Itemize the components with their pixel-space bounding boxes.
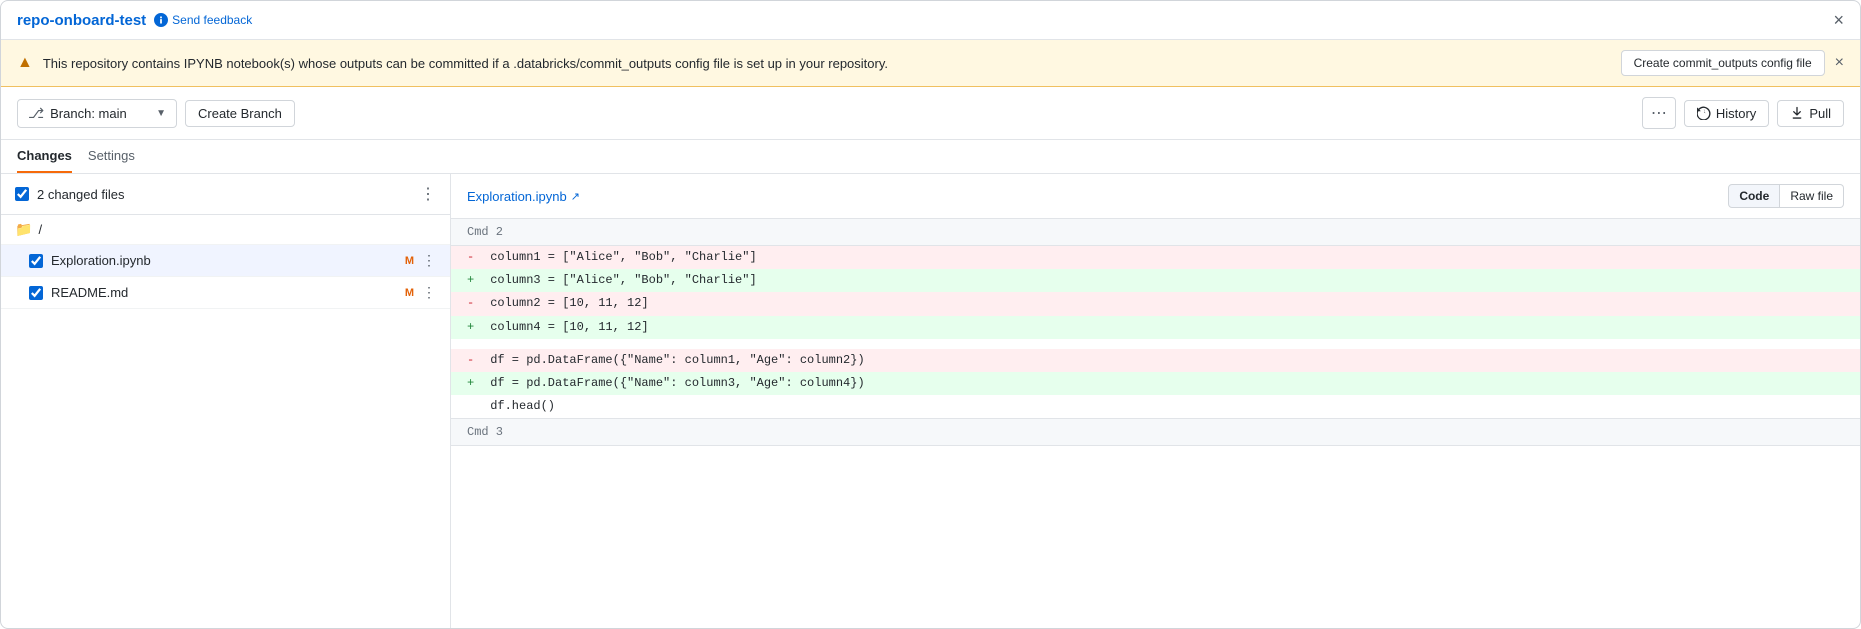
folder-label: /: [38, 222, 42, 237]
file-more-readme[interactable]: ⋮: [422, 284, 436, 301]
file-more-exploration[interactable]: ⋮: [422, 252, 436, 269]
history-label: History: [1716, 106, 1756, 121]
pull-icon: [1790, 106, 1804, 120]
file-badge-exploration: M: [405, 255, 414, 267]
diff-line: - column2 = [10, 11, 12]: [451, 292, 1860, 315]
diff-text: df.head(): [483, 397, 555, 416]
warning-icon: ▲: [17, 54, 33, 72]
tab-changes[interactable]: Changes: [17, 140, 72, 173]
diff-text: column4 = [10, 11, 12]: [483, 318, 649, 337]
diff-prefix: -: [467, 248, 483, 267]
diff-separator: [451, 339, 1860, 349]
diff-prefix: -: [467, 294, 483, 313]
toolbar: ⎇ Branch: main ▼ Create Branch ⋯ History…: [1, 87, 1860, 140]
banner-message: This repository contains IPYNB notebook(…: [43, 56, 1611, 71]
file-badge-readme: M: [405, 287, 414, 299]
close-button[interactable]: ×: [1833, 11, 1844, 29]
file-name-exploration: Exploration.ipynb: [51, 253, 397, 268]
main-content: 2 changed files ⋮ 📁 / Exploration.ipynb …: [1, 174, 1860, 628]
file-checkbox-readme[interactable]: [29, 286, 43, 300]
create-config-button[interactable]: Create commit_outputs config file: [1621, 50, 1825, 76]
code-view-button[interactable]: Code: [1728, 184, 1780, 208]
diff-line: - column1 = ["Alice", "Bob", "Charlie"]: [451, 246, 1860, 269]
diff-prefix: +: [467, 374, 483, 393]
file-row-exploration[interactable]: Exploration.ipynb M ⋮: [1, 245, 450, 277]
history-button[interactable]: History: [1684, 100, 1769, 127]
diff-prefix: -: [467, 351, 483, 370]
diff-header: Exploration.ipynb ↗ Code Raw file: [451, 174, 1860, 219]
diff-line: + df = pd.DataFrame({"Name": column3, "A…: [451, 372, 1860, 395]
diff-actions: Code Raw file: [1728, 184, 1844, 208]
diff-text: column3 = ["Alice", "Bob", "Charlie"]: [483, 271, 757, 290]
folder-icon: 📁: [15, 221, 32, 238]
feedback-icon: [154, 13, 168, 27]
branch-label: Branch: main: [50, 106, 127, 121]
cmd2-label: Cmd 2: [451, 219, 1860, 246]
select-all-checkbox[interactable]: [15, 187, 29, 201]
history-icon: [1697, 106, 1711, 120]
diff-line: + column3 = ["Alice", "Bob", "Charlie"]: [451, 269, 1860, 292]
diff-line: df.head(): [451, 395, 1860, 418]
warning-banner: ▲ This repository contains IPYNB noteboo…: [1, 40, 1860, 87]
files-more-button[interactable]: ⋮: [420, 184, 436, 204]
diff-prefix: [467, 397, 483, 416]
main-window: repo-onboard-test Send feedback × ▲ This…: [0, 0, 1861, 629]
file-name-readme: README.md: [51, 285, 397, 300]
send-feedback-link[interactable]: Send feedback: [154, 13, 252, 27]
diff-text: df = pd.DataFrame({"Name": column1, "Age…: [483, 351, 865, 370]
branch-selector[interactable]: ⎇ Branch: main ▼: [17, 99, 177, 128]
tab-settings[interactable]: Settings: [88, 140, 135, 173]
right-panel: Exploration.ipynb ↗ Code Raw file Cmd 2 …: [451, 174, 1860, 628]
repo-title: repo-onboard-test: [17, 12, 146, 29]
file-checkbox-exploration[interactable]: [29, 254, 43, 268]
chevron-down-icon: ▼: [156, 108, 166, 119]
file-row-readme[interactable]: README.md M ⋮: [1, 277, 450, 309]
pull-label: Pull: [1809, 106, 1831, 121]
diff-prefix: +: [467, 318, 483, 337]
diff-text: column2 = [10, 11, 12]: [483, 294, 649, 313]
folder-row: 📁 /: [1, 215, 450, 245]
tabs: Changes Settings: [1, 140, 1860, 174]
banner-close-button[interactable]: ×: [1835, 54, 1844, 72]
create-branch-button[interactable]: Create Branch: [185, 100, 295, 127]
diff-content: Cmd 2 - column1 = ["Alice", "Bob", "Char…: [451, 219, 1860, 446]
diff-file-name: Exploration.ipynb ↗: [467, 189, 580, 204]
toolbar-right: ⋯ History Pull: [1642, 97, 1844, 129]
diff-text: column1 = ["Alice", "Bob", "Charlie"]: [483, 248, 757, 267]
files-header: 2 changed files ⋮: [1, 174, 450, 215]
cmd3-label: Cmd 3: [451, 418, 1860, 446]
header: repo-onboard-test Send feedback ×: [1, 1, 1860, 40]
raw-file-button[interactable]: Raw file: [1780, 184, 1844, 208]
diff-prefix: +: [467, 271, 483, 290]
files-count: 2 changed files: [37, 187, 412, 202]
external-link-icon: ↗: [571, 190, 580, 203]
send-feedback-label: Send feedback: [172, 13, 252, 27]
left-panel: 2 changed files ⋮ 📁 / Exploration.ipynb …: [1, 174, 451, 628]
branch-icon: ⎇: [28, 105, 44, 122]
diff-line: - df = pd.DataFrame({"Name": column1, "A…: [451, 349, 1860, 372]
diff-line: + column4 = [10, 11, 12]: [451, 316, 1860, 339]
pull-button[interactable]: Pull: [1777, 100, 1844, 127]
diff-text: df = pd.DataFrame({"Name": column3, "Age…: [483, 374, 865, 393]
more-options-button[interactable]: ⋯: [1642, 97, 1676, 129]
